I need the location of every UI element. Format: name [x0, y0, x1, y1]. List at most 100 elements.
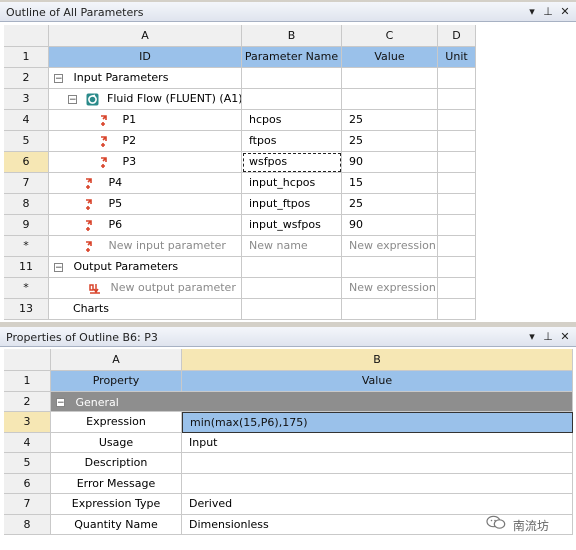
table-row[interactable]: P5 [49, 194, 242, 215]
dropdown-icon[interactable]: ▾ [525, 330, 539, 344]
error-message-value [182, 474, 573, 494]
collapse-icon[interactable]: − [54, 73, 63, 83]
row-number[interactable]: 7 [4, 173, 49, 194]
row-number[interactable]: 8 [4, 194, 49, 215]
row-number[interactable]: 4 [4, 433, 51, 453]
parameter-value-cell[interactable]: 90 [342, 152, 438, 173]
watermark: 南流坊 [486, 515, 549, 535]
outline-table: A B C D 1 ID Parameter Name Value Unit 2… [0, 22, 576, 322]
row-number[interactable]: 1 [4, 47, 49, 68]
row-number[interactable]: 11 [4, 257, 49, 278]
name-cell[interactable] [242, 278, 342, 299]
input-parameter-icon [99, 114, 111, 127]
parameter-name-cell[interactable]: ftpos [242, 131, 342, 152]
column-letter-d[interactable]: D [438, 25, 476, 47]
unit-cell[interactable] [438, 110, 476, 131]
properties-title: Properties of Outline B6: P3 [6, 331, 158, 344]
column-letter-c[interactable]: C [342, 25, 438, 47]
general-group-bar[interactable]: − General [51, 392, 573, 412]
parameter-value-cell[interactable]: 90 [342, 215, 438, 236]
row-number[interactable]: 6 [4, 474, 51, 494]
row-number[interactable]: 2 [4, 392, 51, 412]
value-cell[interactable] [342, 89, 438, 110]
parameter-name-cell-selected[interactable]: wsfpos [242, 152, 342, 173]
unit-cell[interactable] [438, 299, 476, 320]
unit-cell[interactable] [438, 152, 476, 173]
table-row[interactable]: New input parameter [49, 236, 242, 257]
parameter-value-cell[interactable]: 25 [342, 110, 438, 131]
parameter-name-cell[interactable]: input_ftpos [242, 194, 342, 215]
row-number[interactable]: 3 [4, 89, 49, 110]
table-row[interactable]: Charts [49, 299, 242, 320]
table-row[interactable]: P4 [49, 173, 242, 194]
watermark-text: 南流坊 [512, 518, 549, 533]
new-expression-placeholder[interactable]: New expression [342, 278, 438, 299]
parameter-name-cell[interactable]: input_hcpos [242, 173, 342, 194]
table-row[interactable]: − Fluid Flow (FLUENT) (A1) [49, 89, 242, 110]
table-row[interactable]: − Output Parameters [49, 257, 242, 278]
row-number[interactable]: 8 [4, 515, 51, 535]
table-row[interactable]: P2 [49, 131, 242, 152]
collapse-icon[interactable]: − [68, 94, 77, 104]
unit-cell[interactable] [438, 131, 476, 152]
pin-icon[interactable]: ⊥ [541, 330, 555, 344]
value-cell[interactable] [342, 257, 438, 278]
unit-cell[interactable] [438, 89, 476, 110]
value-cell[interactable] [342, 68, 438, 89]
row-number[interactable]: 7 [4, 494, 51, 515]
output-parameter-icon [88, 282, 100, 295]
parameter-name-cell[interactable]: input_wsfpos [242, 215, 342, 236]
new-name-placeholder[interactable]: New name [242, 236, 342, 257]
unit-cell[interactable] [438, 215, 476, 236]
parameter-value-cell[interactable]: 25 [342, 194, 438, 215]
name-cell[interactable] [242, 299, 342, 320]
usage-value[interactable]: Input [182, 433, 573, 453]
row-number[interactable]: 5 [4, 453, 51, 474]
column-letter-b-selected[interactable]: B [182, 349, 573, 371]
row-number[interactable]: 1 [4, 371, 51, 392]
column-letter-b[interactable]: B [242, 25, 342, 47]
name-cell[interactable] [242, 257, 342, 278]
unit-cell[interactable] [438, 68, 476, 89]
column-letter-a[interactable]: A [49, 25, 242, 47]
row-number-selected[interactable]: 6 [4, 152, 49, 173]
unit-cell[interactable] [438, 173, 476, 194]
table-row[interactable]: P3 [49, 152, 242, 173]
close-icon[interactable]: ✕ [558, 5, 572, 19]
close-icon[interactable]: ✕ [558, 330, 572, 344]
unit-cell[interactable] [438, 278, 476, 299]
collapse-icon[interactable]: − [56, 397, 65, 407]
unit-cell[interactable] [438, 236, 476, 257]
column-letter-a[interactable]: A [51, 349, 182, 371]
table-row[interactable]: P6 [49, 215, 242, 236]
row-number[interactable]: 13 [4, 299, 49, 320]
row-number[interactable]: 2 [4, 68, 49, 89]
parameter-name-cell[interactable]: hcpos [242, 110, 342, 131]
collapse-icon[interactable]: − [54, 262, 63, 272]
unit-cell[interactable] [438, 194, 476, 215]
parameter-value-cell[interactable]: 25 [342, 131, 438, 152]
parameter-value-cell[interactable]: 15 [342, 173, 438, 194]
row-number-selected[interactable]: 3 [4, 412, 51, 433]
description-value[interactable] [182, 453, 573, 474]
new-expression-placeholder[interactable]: New expression [342, 236, 438, 257]
row-number[interactable]: 5 [4, 131, 49, 152]
table-row[interactable]: P1 [49, 110, 242, 131]
outline-title: Outline of All Parameters [6, 6, 144, 19]
unit-cell[interactable] [438, 257, 476, 278]
name-cell[interactable] [242, 68, 342, 89]
row-number-new[interactable]: * [4, 236, 49, 257]
value-cell[interactable] [342, 299, 438, 320]
corner-cell[interactable] [4, 349, 51, 371]
name-cell[interactable] [242, 89, 342, 110]
dropdown-icon[interactable]: ▾ [525, 5, 539, 19]
table-row[interactable]: − Input Parameters [49, 68, 242, 89]
table-row[interactable]: New output parameter [49, 278, 242, 299]
pin-icon[interactable]: ⊥ [541, 5, 555, 19]
expression-field[interactable]: min(max(15,P6),175) [182, 412, 573, 433]
new-output-parameter-placeholder: New output parameter [110, 281, 236, 294]
row-number[interactable]: 4 [4, 110, 49, 131]
row-number-new[interactable]: * [4, 278, 49, 299]
row-number[interactable]: 9 [4, 215, 49, 236]
corner-cell[interactable] [4, 25, 49, 47]
